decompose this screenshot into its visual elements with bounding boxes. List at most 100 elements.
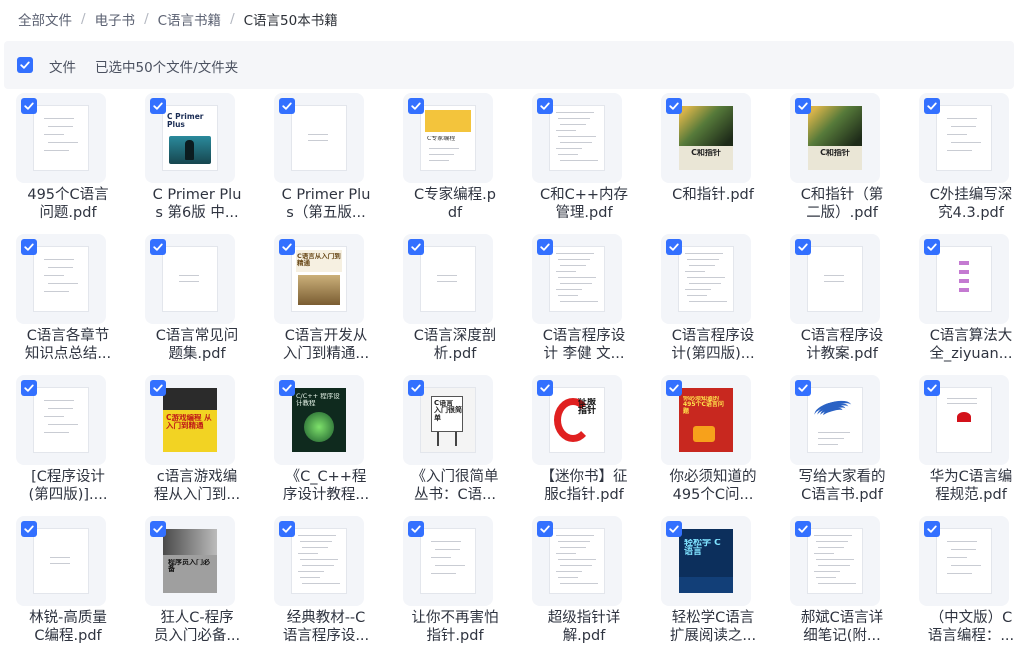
file-name[interactable]: 华为C语言编 程规范.pdf [907,468,1018,504]
file-name[interactable]: C语言程序设 计教案.pdf [778,327,906,363]
file-checkbox[interactable] [150,380,166,396]
file-name[interactable]: 《C_C++程 序设计教程... [262,468,390,504]
file-thumbnail-tile[interactable]: C游戏编程 从入门到精通 [145,375,235,465]
file-checkbox[interactable] [924,521,940,537]
file-checkbox[interactable] [21,380,37,396]
file-name[interactable]: C语言算法大 全_ziyuan... [907,327,1018,363]
file-checkbox[interactable] [795,239,811,255]
file-item[interactable]: 你必须知道的495个C语言问题 你必须知道的 495个C问... [649,371,777,511]
file-item[interactable]: 程序员入门必备 狂人C-程序 员入门必备... [133,512,261,652]
file-name[interactable]: C语言深度剖 析.pdf [391,327,519,363]
file-thumbnail-tile[interactable]: C和指针 [790,93,880,183]
file-name[interactable]: 林锐-高质量 C编程.pdf [4,609,132,645]
file-thumbnail-tile[interactable] [790,516,880,606]
file-name[interactable]: （中文版）C 语言编程：... [907,609,1018,645]
file-thumbnail-tile[interactable] [532,516,622,606]
file-checkbox[interactable] [924,98,940,114]
file-name[interactable]: 狂人C-程序 员入门必备... [133,609,261,645]
file-name[interactable]: 495个C语言 问题.pdf [4,186,132,222]
file-name[interactable]: C和C++内存 管理.pdf [520,186,648,222]
file-thumbnail-tile[interactable] [145,234,235,324]
file-checkbox[interactable] [666,98,682,114]
file-item[interactable]: 写给大家看的 C语言书.pdf [778,371,906,511]
file-thumbnail-tile[interactable] [790,375,880,465]
file-thumbnail-tile[interactable]: 轻松学 C语言 [661,516,751,606]
file-checkbox[interactable] [537,98,553,114]
file-item[interactable]: 经典教材--C 语言程序设... [262,512,390,652]
file-thumbnail-tile[interactable]: C/C++ 程序设计教程 [274,375,364,465]
file-thumbnail-tile[interactable] [919,234,1009,324]
file-item[interactable]: C和C++内存 管理.pdf [520,89,648,229]
file-checkbox[interactable] [924,380,940,396]
file-item[interactable]: C游戏编程 从入门到精通 c语言游戏编 程从入门到... [133,371,261,511]
file-name[interactable]: c语言游戏编 程从入门到... [133,468,261,504]
file-name[interactable]: [C程序设计 (第四版)].... [4,468,132,504]
file-item[interactable]: [C程序设计 (第四版)].... [4,371,132,511]
file-item[interactable]: C/C++ 程序设计教程 《C_C++程 序设计教程... [262,371,390,511]
file-item[interactable]: C专家编程 C专家编程.p df [391,89,519,229]
file-thumbnail-tile[interactable] [919,516,1009,606]
file-checkbox[interactable] [795,98,811,114]
file-item[interactable]: 轻松学 C语言 轻松学C语言 扩展阅读之... [649,512,777,652]
file-thumbnail-tile[interactable] [532,234,622,324]
file-thumbnail-tile[interactable]: C专家编程 [403,93,493,183]
file-thumbnail-tile[interactable]: C语言从入门到精通 [274,234,364,324]
file-checkbox[interactable] [666,521,682,537]
file-item[interactable]: C语言常见问 题集.pdf [133,230,261,370]
file-item[interactable]: （中文版）C 语言编程：... [907,512,1018,652]
file-name[interactable]: 轻松学C语言 扩展阅读之... [649,609,777,645]
file-checkbox[interactable] [537,239,553,255]
file-thumbnail-tile[interactable] [16,375,106,465]
file-name[interactable]: 你必须知道的 495个C问... [649,468,777,504]
file-thumbnail-tile[interactable]: C Primer Plus [145,93,235,183]
file-thumbnail-tile[interactable] [16,93,106,183]
file-thumbnail-tile[interactable] [16,516,106,606]
file-item[interactable]: C语言程序设 计教案.pdf [778,230,906,370]
file-name[interactable]: C语言开发从 入门到精通... [262,327,390,363]
file-checkbox[interactable] [666,380,682,396]
breadcrumb-link[interactable]: 电子书 [95,9,136,29]
file-name[interactable]: C外挂编写深 究4.3.pdf [907,186,1018,222]
file-checkbox[interactable] [279,98,295,114]
file-name[interactable]: C和指针（第 二版）.pdf [778,186,906,222]
file-checkbox[interactable] [21,521,37,537]
file-thumbnail-tile[interactable] [403,234,493,324]
file-item[interactable]: C外挂编写深 究4.3.pdf [907,89,1018,229]
file-checkbox[interactable] [279,239,295,255]
file-name[interactable]: 经典教材--C 语言程序设... [262,609,390,645]
select-all-checkbox[interactable] [17,57,33,73]
file-checkbox[interactable] [150,239,166,255]
file-name[interactable]: C专家编程.p df [391,186,519,222]
file-checkbox[interactable] [21,98,37,114]
file-thumbnail-tile[interactable]: 征服 指针 [532,375,622,465]
file-thumbnail-tile[interactable] [919,375,1009,465]
file-checkbox[interactable] [666,239,682,255]
file-checkbox[interactable] [408,98,424,114]
file-item[interactable]: C和指针 C和指针.pdf [649,89,777,229]
file-thumbnail-tile[interactable]: 程序员入门必备 [145,516,235,606]
file-name[interactable]: 超级指针详 解.pdf [520,609,648,645]
file-item[interactable]: C语言各章节 知识点总结... [4,230,132,370]
file-thumbnail-tile[interactable]: C语言 入门很简单 [403,375,493,465]
file-checkbox[interactable] [150,98,166,114]
file-name[interactable]: C语言常见问 题集.pdf [133,327,261,363]
file-checkbox[interactable] [924,239,940,255]
file-item[interactable]: C语言算法大 全_ziyuan... [907,230,1018,370]
file-name[interactable]: C语言程序设 计(第四版)... [649,327,777,363]
file-item[interactable]: C语言深度剖 析.pdf [391,230,519,370]
file-name[interactable]: C语言各章节 知识点总结... [4,327,132,363]
file-thumbnail-tile[interactable] [661,234,751,324]
file-name[interactable]: C Primer Plu s 第6版 中... [133,186,261,222]
file-name[interactable]: 《入门很简单 丛书：C语... [391,468,519,504]
file-name[interactable]: 郝斌C语言详 细笔记(附... [778,609,906,645]
file-checkbox[interactable] [795,380,811,396]
file-name[interactable]: 写给大家看的 C语言书.pdf [778,468,906,504]
file-name[interactable]: C和指针.pdf [649,186,777,204]
file-name[interactable]: C Primer Plu s（第五版... [262,186,390,222]
file-item[interactable]: 让你不再害怕 指针.pdf [391,512,519,652]
file-item[interactable]: 林锐-高质量 C编程.pdf [4,512,132,652]
file-thumbnail-tile[interactable] [532,93,622,183]
file-name[interactable]: 【迷你书】征 服c指针.pdf [520,468,648,504]
file-item[interactable]: 超级指针详 解.pdf [520,512,648,652]
file-checkbox[interactable] [21,239,37,255]
